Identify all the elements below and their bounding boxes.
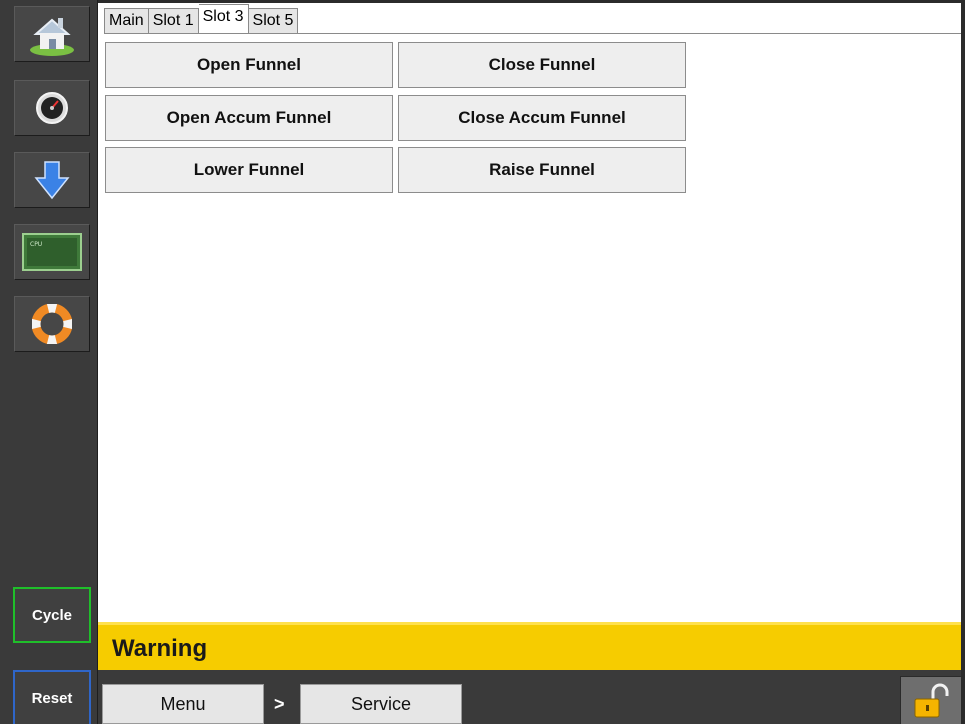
gauge-button[interactable] xyxy=(14,80,90,136)
right-frame xyxy=(961,0,965,724)
tab-bar: Main Slot 1 Slot 3 Slot 5 xyxy=(104,4,299,34)
help-button[interactable] xyxy=(14,296,90,352)
unlock-icon xyxy=(914,683,949,717)
cpu-chip-icon: CPU xyxy=(22,233,82,271)
open-accum-funnel-button[interactable]: Open Accum Funnel xyxy=(105,95,393,141)
close-funnel-button[interactable]: Close Funnel xyxy=(398,42,686,88)
gauge-icon xyxy=(36,92,68,124)
service-button[interactable]: Service xyxy=(300,684,462,724)
cpu-button[interactable]: CPU xyxy=(14,224,90,280)
tab-slot-5[interactable]: Slot 5 xyxy=(248,8,299,34)
top-frame xyxy=(0,0,965,3)
sidebar: CPU Cycle Reset xyxy=(0,0,98,724)
raise-funnel-button[interactable]: Raise Funnel xyxy=(398,147,686,193)
home-button[interactable] xyxy=(14,6,90,62)
menu-button[interactable]: Menu xyxy=(102,684,264,724)
cycle-button[interactable]: Cycle xyxy=(13,587,91,643)
tab-main[interactable]: Main xyxy=(104,8,149,34)
close-accum-funnel-button[interactable]: Close Accum Funnel xyxy=(398,95,686,141)
reset-button[interactable]: Reset xyxy=(13,670,91,724)
lock-button[interactable] xyxy=(900,676,962,724)
tab-slot-1[interactable]: Slot 1 xyxy=(148,8,199,34)
breadcrumb-separator: > xyxy=(274,694,285,714)
warning-text: Warning xyxy=(112,635,208,662)
lifebuoy-icon xyxy=(32,304,72,344)
download-button[interactable] xyxy=(14,152,90,208)
tab-slot-3[interactable]: Slot 3 xyxy=(198,4,249,34)
home-icon xyxy=(30,18,74,56)
download-arrow-icon xyxy=(34,161,70,200)
bottom-bar: Menu > Service xyxy=(98,670,962,724)
lower-funnel-button[interactable]: Lower Funnel xyxy=(105,147,393,193)
svg-text:CPU: CPU xyxy=(30,241,42,248)
open-funnel-button[interactable]: Open Funnel xyxy=(105,42,393,88)
tab-divider xyxy=(104,33,961,34)
warning-banner: Warning xyxy=(98,622,961,670)
